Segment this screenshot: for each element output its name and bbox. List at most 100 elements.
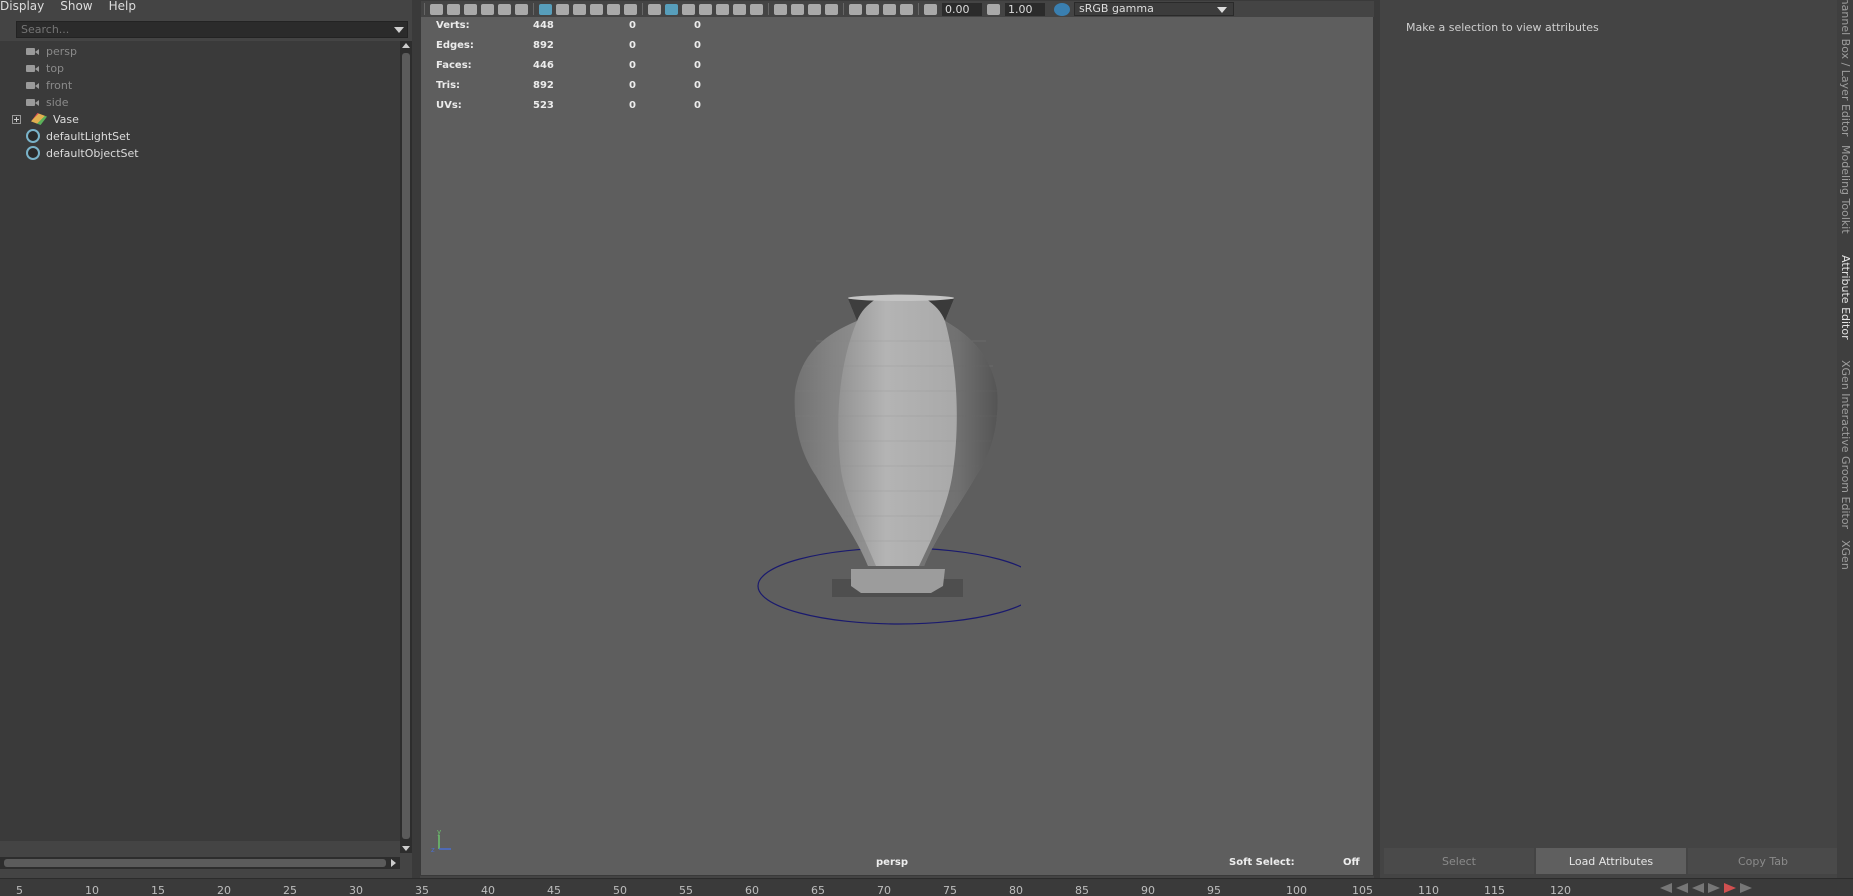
hud-value: 0: [694, 40, 701, 51]
wireframe-icon[interactable]: [648, 3, 661, 15]
frame-tick: 85: [1075, 884, 1089, 896]
color-management-icon[interactable]: [1054, 2, 1070, 16]
scroll-thumb[interactable]: [402, 53, 410, 839]
xray-joints-icon[interactable]: [883, 3, 896, 15]
toolbar-separator: [642, 3, 643, 15]
view-transform-select[interactable]: sRGB gamma: [1074, 2, 1234, 16]
hud-value: 0: [694, 20, 701, 31]
gamma-field[interactable]: 1.00: [1005, 2, 1045, 16]
outliner-item-persp[interactable]: persp: [26, 42, 77, 60]
frame-tick: 75: [943, 884, 957, 896]
go-to-end-icon[interactable]: [1740, 883, 1752, 893]
hud-value: 0: [629, 100, 636, 111]
play-forward-icon[interactable]: [1708, 883, 1720, 893]
select-camera-icon[interactable]: [430, 3, 443, 15]
camera-attributes-icon[interactable]: [447, 3, 460, 15]
motion-blur-icon[interactable]: [791, 3, 804, 15]
2d-pan-zoom-icon[interactable]: [498, 3, 511, 15]
tab-xgen-groom-editor[interactable]: XGen Interactive Groom Editor: [1839, 360, 1852, 529]
node-label: top: [46, 61, 65, 75]
hud-label: Tris:: [436, 80, 461, 91]
use-default-material-icon[interactable]: [682, 3, 695, 15]
textured-icon[interactable]: [716, 3, 729, 15]
time-slider[interactable]: 5 10 15 20 25 30 35 40 45 50 55 60 65 70…: [0, 878, 1853, 896]
go-to-start-icon[interactable]: [1660, 883, 1672, 893]
outliner-item-default-object-set[interactable]: defaultObjectSet: [26, 144, 139, 162]
hud-value: 446: [533, 60, 554, 71]
tab-modeling-toolkit[interactable]: Modeling Toolkit: [1839, 145, 1852, 234]
outliner-item-side[interactable]: side: [26, 93, 69, 111]
grease-pencil-icon[interactable]: [515, 3, 528, 15]
depth-of-field-icon[interactable]: [825, 3, 838, 15]
select-button[interactable]: Select: [1384, 848, 1534, 874]
safe-action-icon[interactable]: [624, 3, 637, 15]
vase-foot: [851, 569, 945, 593]
grid-icon[interactable]: [539, 3, 552, 15]
attribute-editor-message: Make a selection to view attributes: [1406, 21, 1599, 34]
image-plane-icon[interactable]: [481, 3, 494, 15]
scroll-right-icon[interactable]: [391, 859, 396, 867]
wireframe-on-shaded-icon[interactable]: [699, 3, 712, 15]
xray-icon[interactable]: [866, 3, 879, 15]
panel-splitter[interactable]: [412, 0, 420, 878]
frame-tick: 25: [283, 884, 297, 896]
frame-tick: 95: [1207, 884, 1221, 896]
frame-tick: 105: [1352, 884, 1373, 896]
smooth-shade-icon[interactable]: [665, 3, 678, 15]
chevron-down-icon[interactable]: [394, 27, 404, 33]
search-input[interactable]: [17, 22, 377, 37]
load-attributes-button[interactable]: Load Attributes: [1536, 848, 1686, 874]
frame-tick: 90: [1141, 884, 1155, 896]
menu-show[interactable]: Show: [60, 0, 92, 14]
node-label: side: [46, 95, 69, 109]
exposure-icon[interactable]: [924, 3, 937, 15]
outliner-item-front[interactable]: front: [26, 76, 72, 94]
field-chart-icon[interactable]: [607, 3, 620, 15]
gate-mask-icon[interactable]: [590, 3, 603, 15]
tab-attribute-editor[interactable]: Attribute Editor: [1839, 255, 1852, 340]
object-set-icon: [26, 129, 40, 143]
scroll-thumb[interactable]: [4, 859, 386, 867]
lights-icon[interactable]: [733, 3, 746, 15]
xray-active-components-icon[interactable]: [900, 3, 913, 15]
soft-select-label: Soft Select:: [1229, 857, 1295, 868]
gamma-icon[interactable]: [987, 3, 1000, 15]
outliner-horizontal-scrollbar[interactable]: [0, 857, 400, 869]
step-forward-icon[interactable]: [1724, 883, 1736, 893]
vase-mesh[interactable]: [721, 281, 1021, 631]
anti-aliasing-icon[interactable]: [808, 3, 821, 15]
shadows-icon[interactable]: [750, 3, 763, 15]
outliner-item-vase[interactable]: Vase: [12, 110, 79, 128]
frame-tick: 40: [481, 884, 495, 896]
playback-controls: [1660, 883, 1752, 893]
outliner-vertical-scrollbar[interactable]: [400, 41, 412, 853]
tab-xgen[interactable]: XGen: [1839, 540, 1852, 570]
bookmark-icon[interactable]: [464, 3, 477, 15]
maya-window: Display Show Help persp top front si: [0, 0, 1853, 896]
outliner-tree: persp top front side Vase defaultLightSe…: [0, 41, 400, 841]
expand-icon[interactable]: [12, 114, 21, 124]
resolution-gate-icon[interactable]: [573, 3, 586, 15]
film-gate-icon[interactable]: [556, 3, 569, 15]
hud-value: 892: [533, 80, 554, 91]
viewport-panel[interactable]: 0.00 1.00 sRGB gamma Verts: 448 0 0 Edge…: [420, 0, 1375, 876]
scroll-down-icon[interactable]: [402, 846, 410, 851]
play-backward-icon[interactable]: [1692, 883, 1704, 893]
outliner-item-top[interactable]: top: [26, 59, 64, 77]
tab-channel-box[interactable]: Channel Box / Layer Editor: [1839, 0, 1852, 137]
hud-value: 0: [629, 40, 636, 51]
scroll-up-icon[interactable]: [402, 43, 410, 48]
hud-label: Faces:: [436, 60, 472, 71]
isolate-select-icon[interactable]: [849, 3, 862, 15]
ambient-occlusion-icon[interactable]: [774, 3, 787, 15]
step-back-icon[interactable]: [1676, 883, 1688, 893]
frame-tick: 55: [679, 884, 693, 896]
menu-display[interactable]: Display: [0, 0, 44, 14]
camera-name-label: persp: [876, 857, 908, 868]
camera-icon: [26, 64, 40, 73]
menu-help[interactable]: Help: [109, 0, 136, 14]
attribute-editor-buttons: Select Load Attributes Copy Tab: [1384, 848, 1838, 874]
exposure-field[interactable]: 0.00: [942, 2, 982, 16]
copy-tab-button[interactable]: Copy Tab: [1688, 848, 1838, 874]
outliner-item-default-light-set[interactable]: defaultLightSet: [26, 127, 130, 145]
